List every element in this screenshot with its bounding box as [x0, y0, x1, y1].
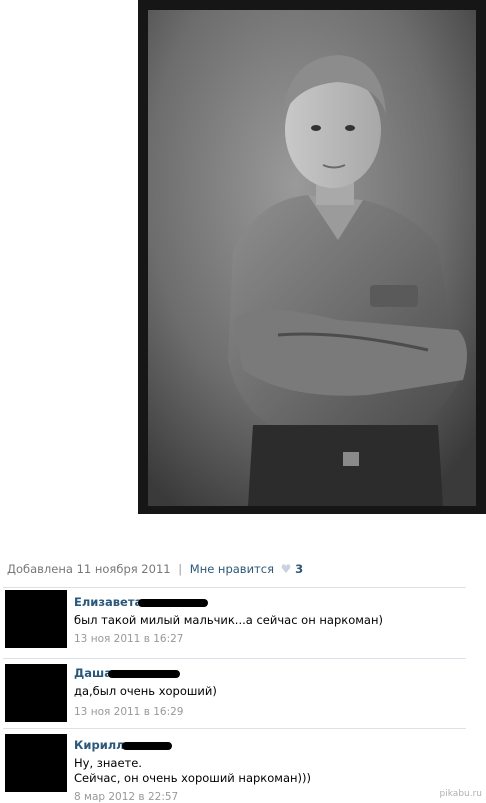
post-photo[interactable]	[138, 0, 486, 514]
comment-text: был такой милый мальчик...а сейчас он на…	[74, 613, 383, 627]
watermark: pikabu.ru	[439, 789, 482, 799]
avatar[interactable]	[5, 664, 67, 722]
avatar[interactable]	[5, 590, 67, 648]
post-meta-bar: Добавлена 11 ноября 2011 | Мне нравится …	[7, 562, 303, 576]
heart-icon[interactable]: ♥	[281, 562, 292, 576]
comment-text: Ну, знаете. Сейчас, он очень хороший нар…	[74, 756, 311, 785]
like-button[interactable]: Мне нравится	[190, 562, 274, 576]
comment-author[interactable]: Елизавета	[74, 595, 142, 609]
comment-author[interactable]: Даша	[74, 666, 112, 680]
comment-date[interactable]: 13 ноя 2011 в 16:29	[74, 706, 184, 718]
avatar[interactable]	[5, 734, 67, 792]
redaction-mark	[108, 670, 180, 678]
comment-text: да,был очень хороший)	[74, 684, 217, 698]
comment-date[interactable]: 13 ноя 2011 в 16:27	[74, 633, 184, 645]
comment-divider	[3, 587, 466, 588]
post-added-date: Добавлена 11 ноября 2011	[7, 562, 171, 576]
comment-author[interactable]: Кирилл	[74, 738, 125, 752]
comment-divider	[3, 658, 466, 659]
comment-divider	[3, 728, 466, 729]
comment-date[interactable]: 8 мар 2012 в 22:57	[74, 791, 178, 803]
redaction-mark	[138, 599, 208, 607]
like-count[interactable]: 3	[295, 562, 303, 576]
meta-separator: |	[178, 562, 183, 576]
photo-image	[138, 0, 486, 514]
redaction-mark	[122, 742, 172, 750]
